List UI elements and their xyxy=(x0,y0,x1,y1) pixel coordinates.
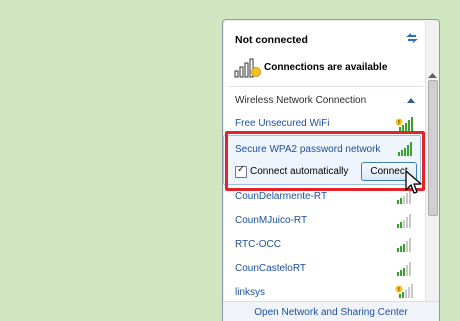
connections-available-icon xyxy=(234,58,261,78)
network-item[interactable]: RTC-OCC xyxy=(223,234,425,256)
open-network-sharing-center-link[interactable]: Open Network and Sharing Center xyxy=(223,307,439,318)
scrollbar[interactable] xyxy=(425,20,439,321)
section-title: Wireless Network Connection xyxy=(235,95,367,106)
refresh-icon[interactable] xyxy=(404,31,420,45)
network-name: CounCasteloRT xyxy=(235,263,306,274)
signal-strength-icon xyxy=(397,214,411,228)
connection-status-title: Not connected xyxy=(235,34,308,46)
highlight-box xyxy=(225,131,425,191)
mouse-cursor-icon xyxy=(405,170,422,194)
signal-strength-unsecured-icon: ! xyxy=(395,117,413,131)
signal-strength-icon xyxy=(397,238,411,252)
network-name: CounMJuico-RT xyxy=(235,215,308,226)
scroll-up-icon[interactable] xyxy=(428,72,437,78)
svg-text:!: ! xyxy=(398,120,400,127)
collapse-icon[interactable] xyxy=(407,97,415,103)
footer: Open Network and Sharing Center xyxy=(223,301,439,321)
signal-strength-icon xyxy=(397,262,411,276)
network-name: linksys xyxy=(235,287,266,298)
network-name: RTC-OCC xyxy=(235,239,281,250)
divider xyxy=(229,86,423,87)
network-item[interactable]: CounCasteloRT xyxy=(223,258,425,280)
signal-strength-unsecured-icon: ! xyxy=(395,284,413,298)
network-name: CounDelarmente-RT xyxy=(235,191,328,202)
network-item[interactable]: CounMJuico-RT xyxy=(223,210,425,232)
network-name: Free Unsecured WiFi xyxy=(235,118,330,129)
svg-text:!: ! xyxy=(398,287,400,294)
connections-available-text: Connections are available xyxy=(264,62,388,73)
scroll-thumb[interactable] xyxy=(428,80,438,216)
